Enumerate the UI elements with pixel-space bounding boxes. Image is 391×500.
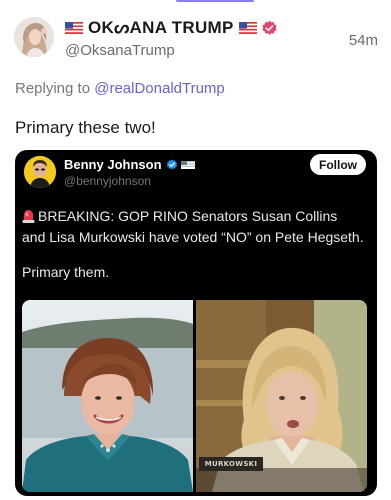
us-flag-icon [65,22,83,34]
photo-lisa-murkowski[interactable]: MURKOWSKI [196,300,367,492]
us-flag-icon [238,22,257,34]
embed-body-text-1: BREAKING: GOP RINO Senators Susan Collin… [22,208,364,245]
verified-badge-icon [262,20,277,35]
us-flag-icon [180,160,195,169]
embed-avatar-photo [24,156,56,188]
author-names: OKᔕANA TRUMP @OksanaTrump [65,18,278,59]
replying-to: Replying to @realDonaldTrump [15,80,225,97]
post-header: OKᔕANA TRUMP @OksanaTrump 54m [14,17,378,65]
embed-paragraph-1: BREAKING: GOP RINO Senators Susan Collin… [22,206,364,248]
embed-body-text-2: Primary them. [22,264,110,280]
embed-name-row: Benny Johnson [64,157,195,172]
active-indicator [176,0,254,2]
verified-badge-icon [166,159,177,169]
embed-body: BREAKING: GOP RINO Senators Susan Collin… [22,206,364,283]
post-timestamp[interactable]: 54m [349,32,378,49]
replying-to-link[interactable]: @realDonaldTrump [94,80,225,97]
author-avatar[interactable] [14,17,54,57]
author-display-name[interactable]: OKᔕANA TRUMP [88,18,234,38]
siren-emoji-icon [22,210,35,223]
post-text: Primary these two! [15,118,156,137]
embedded-post[interactable]: Benny Johnson @bennyjohnson Follow BREAK… [15,150,377,496]
embed-author-names: Benny Johnson @bennyjohnson [64,157,195,188]
follow-button[interactable]: Follow [310,154,366,175]
embed-author-handle[interactable]: @bennyjohnson [64,174,195,188]
display-name-row: OKᔕANA TRUMP [65,18,278,38]
top-divider [0,0,391,2]
avatar-photo [14,17,54,57]
photo-left-image [22,300,193,492]
embed-author-avatar[interactable] [24,156,56,188]
embed-author-name[interactable]: Benny Johnson [64,157,162,172]
author-handle[interactable]: @OksanaTrump [65,42,278,59]
photo-susan-collins[interactable] [22,300,193,492]
replying-prefix: Replying to [15,80,91,97]
nameplate: MURKOWSKI [199,457,263,471]
